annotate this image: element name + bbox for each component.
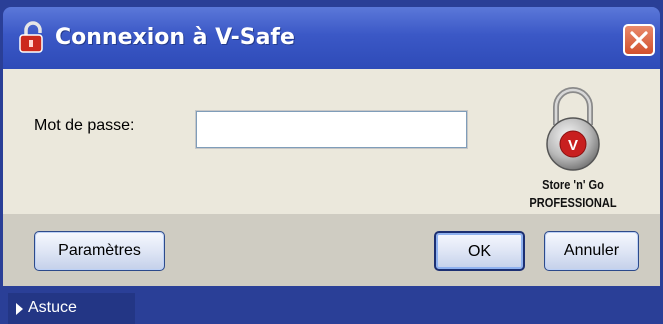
- ok-button[interactable]: OK: [434, 231, 525, 271]
- password-input[interactable]: [195, 110, 468, 149]
- cancel-button[interactable]: Annuler: [544, 231, 639, 271]
- close-button[interactable]: [623, 24, 655, 56]
- window-title: Connexion à V-Safe: [55, 25, 295, 50]
- triangle-right-icon: [16, 303, 23, 315]
- brand-name: Store 'n' Go: [542, 177, 604, 192]
- brand-edition: PROFESSIONAL: [529, 195, 617, 210]
- padlock-icon: V: [546, 87, 600, 171]
- close-icon: [630, 31, 648, 49]
- dialog-content: Mot de passe: V Store 'n' Go PROFESSIONA…: [3, 69, 660, 214]
- tip-label: Astuce: [28, 299, 77, 316]
- title-bar[interactable]: Connexion à V-Safe: [3, 7, 660, 69]
- tip-bar: Astuce: [3, 286, 660, 324]
- brand-logo: V Store 'n' Go PROFESSIONAL: [503, 81, 643, 211]
- settings-button[interactable]: Paramètres: [34, 231, 165, 271]
- tip-toggle[interactable]: Astuce: [8, 293, 135, 324]
- login-dialog: Connexion à V-Safe Mot de passe: V Store…: [0, 0, 663, 324]
- logo-letter: V: [568, 137, 578, 154]
- lock-icon: [17, 21, 49, 55]
- password-label: Mot de passe:: [34, 117, 135, 134]
- button-bar: Paramètres OK Annuler: [3, 214, 660, 286]
